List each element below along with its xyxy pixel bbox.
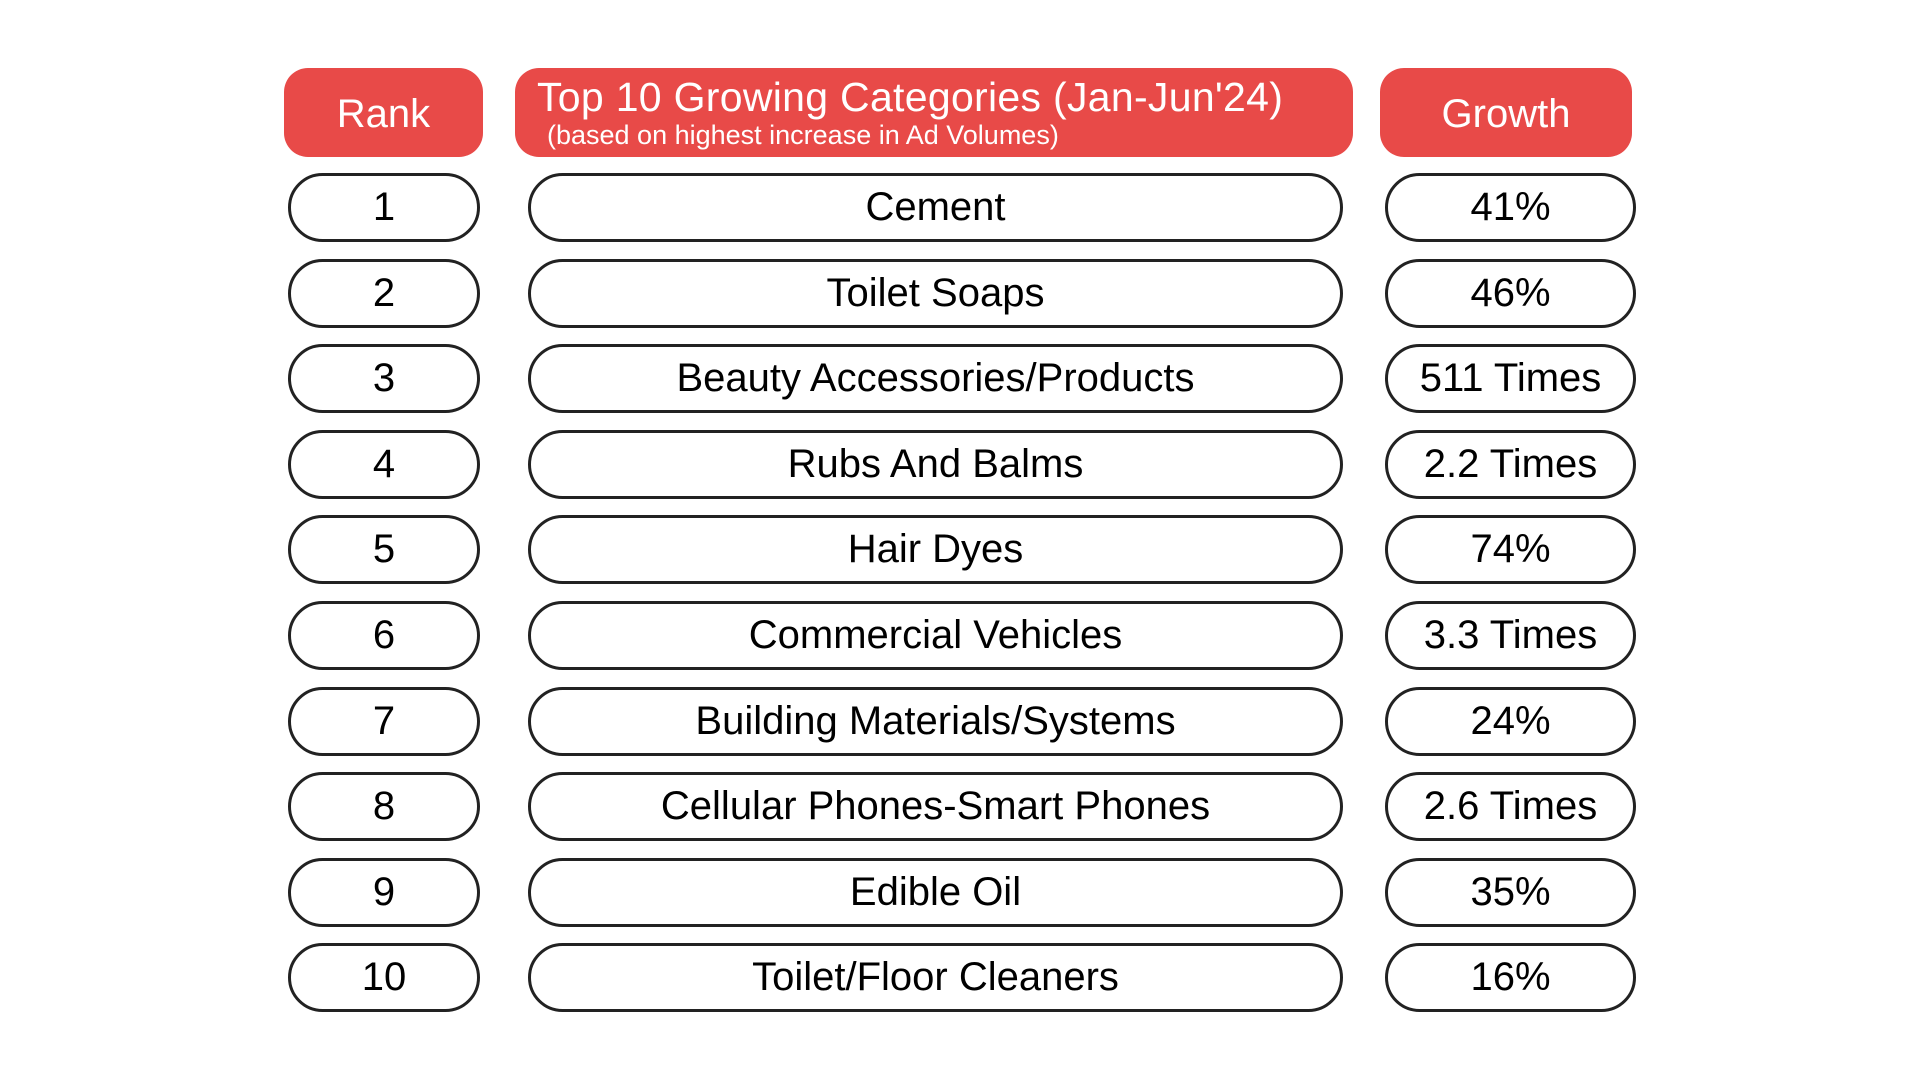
growth-cell: 2.2 Times (1385, 429, 1636, 499)
growth-cell: 24% (1385, 686, 1636, 756)
rank-cell: 6 (288, 601, 480, 670)
table-subtitle: (based on highest increase in Ad Volumes… (547, 120, 1059, 150)
category-cell: Beauty Accessories/Products (528, 344, 1343, 414)
growth-cell: 511 Times (1385, 344, 1636, 414)
table-row: 4 Rubs And Balms 2.2 Times (0, 429, 1920, 499)
growth-cell: 16% (1385, 943, 1636, 1013)
category-cell: Toilet Soaps (528, 258, 1343, 328)
growth-header-label: Growth (1441, 92, 1571, 136)
rank-cell: 3 (288, 344, 480, 414)
rank-cell: 1 (288, 173, 480, 242)
table-row: 10 Toilet/Floor Cleaners 16% (0, 943, 1920, 1013)
category-cell: Rubs And Balms (528, 429, 1343, 499)
rank-cell: 4 (288, 429, 480, 499)
category-cell: Edible Oil (528, 857, 1343, 927)
rank-cell: 10 (288, 943, 480, 1013)
category-cell: Hair Dyes (528, 515, 1343, 585)
table-row: 5 Hair Dyes 74% (0, 515, 1920, 585)
growth-column-header: Growth (1380, 68, 1632, 157)
rank-cell: 7 (288, 686, 480, 756)
category-cell: Toilet/Floor Cleaners (528, 943, 1343, 1013)
growth-cell: 46% (1385, 258, 1636, 328)
table-row: 2 Toilet Soaps 46% (0, 258, 1920, 328)
category-cell: Cement (528, 173, 1343, 242)
rank-cell: 2 (288, 258, 480, 328)
table-row: 6 Commercial Vehicles 3.3 Times (0, 601, 1920, 670)
table-row: 7 Building Materials/Systems 24% (0, 686, 1920, 756)
rank-cell: 8 (288, 772, 480, 842)
rank-header-label: Rank (336, 92, 431, 136)
category-cell: Building Materials/Systems (528, 686, 1343, 756)
growth-cell: 35% (1385, 857, 1636, 927)
growth-cell: 2.6 Times (1385, 772, 1636, 842)
rank-cell: 9 (288, 857, 480, 927)
table-row: 1 Cement 41% (0, 173, 1920, 242)
table-title: Top 10 Growing Categories (Jan-Jun'24) (537, 74, 1284, 120)
growth-cell: 3.3 Times (1385, 601, 1636, 670)
category-cell: Commercial Vehicles (528, 601, 1343, 670)
table-row: 8 Cellular Phones-Smart Phones 2.6 Times (0, 772, 1920, 842)
category-column-header: Top 10 Growing Categories (Jan-Jun'24) (… (515, 68, 1353, 157)
growth-cell: 74% (1385, 515, 1636, 585)
rank-column-header: Rank (284, 68, 483, 157)
table-row: 3 Beauty Accessories/Products 511 Times (0, 344, 1920, 414)
rank-cell: 5 (288, 515, 480, 585)
category-cell: Cellular Phones-Smart Phones (528, 772, 1343, 842)
growth-cell: 41% (1385, 173, 1636, 242)
table-row: 9 Edible Oil 35% (0, 857, 1920, 927)
